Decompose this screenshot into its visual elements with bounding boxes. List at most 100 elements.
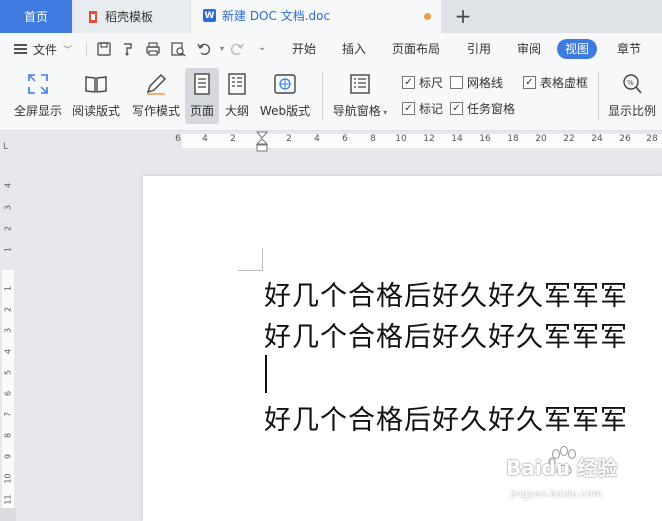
- divider: [598, 72, 599, 120]
- checkbox-checked-icon: ✓: [450, 102, 463, 115]
- ruler-tick: 4: [3, 182, 13, 189]
- ruler-tick: 18: [507, 134, 519, 144]
- fullscreen-button[interactable]: 全屏显示: [12, 68, 64, 124]
- ruler-tick: 3: [3, 327, 13, 334]
- indent-marker-icon[interactable]: [256, 131, 268, 153]
- ruler-tick: 7: [3, 411, 13, 418]
- print-preview-icon[interactable]: [170, 41, 186, 57]
- gridlines-label: 网格线: [467, 76, 504, 90]
- document-line[interactable]: 好几个合格后好久好久军军军: [264, 398, 628, 437]
- ruler-tick: 8: [3, 432, 13, 439]
- checkbox-empty-icon: [450, 76, 463, 89]
- gridlines-checkbox[interactable]: 网格线: [450, 74, 503, 91]
- save-icon[interactable]: [96, 41, 112, 57]
- ruler-tick: 24: [591, 134, 603, 144]
- read-mode-label: 阅读版式: [71, 104, 120, 118]
- ruler-tick: 28: [646, 134, 658, 144]
- zoom-icon: %: [623, 74, 642, 94]
- ruler-tick: 4: [314, 134, 320, 144]
- file-menu-button[interactable]: 文件 ﹀: [14, 39, 72, 59]
- ruler-tick: 3: [3, 204, 13, 211]
- menu-insert[interactable]: 插入: [342, 39, 366, 59]
- tab-home[interactable]: 首页: [0, 0, 72, 33]
- table-gridlines-label: 表格虚框: [540, 76, 589, 90]
- checkbox-checked-icon: ✓: [402, 76, 415, 89]
- file-menu-label: 文件: [33, 42, 58, 57]
- tab-template[interactable]: 稻壳模板: [73, 0, 190, 33]
- globe-icon: [274, 74, 296, 94]
- page-view-button[interactable]: 页面: [185, 68, 219, 124]
- divider: [322, 72, 323, 120]
- nav-pane-label: 导航窗格 ▾: [332, 104, 388, 118]
- text-cursor: [265, 355, 267, 393]
- ruler-tick: 4: [202, 134, 208, 144]
- nav-pane-icon: [350, 74, 370, 94]
- page-icon: [194, 73, 210, 95]
- ruler-tick: 10: [395, 134, 407, 144]
- pen-icon: [146, 74, 166, 95]
- ruler-tick: 8: [370, 134, 376, 144]
- tab-template-label: 稻壳模板: [105, 10, 154, 24]
- outline-icon: [228, 73, 246, 95]
- undo-dropdown-icon[interactable]: ▾: [220, 44, 224, 53]
- ruler-tick: 6: [3, 390, 13, 397]
- ruler-tick: 16: [479, 134, 491, 144]
- menu-bar: 文件 ﹀ ▾ ⌄ 开始 插入 页面布局 引用 审阅 视图 章节: [0, 33, 662, 64]
- ribbon-view: 全屏显示 阅读版式 写作模式 页面 大纲 Web版式 导航窗格 ▾ ✓ 标尺 网格…: [0, 64, 662, 131]
- daoke-icon: [89, 10, 97, 23]
- menu-view[interactable]: 视图: [557, 39, 598, 59]
- ruler-tick: 14: [451, 134, 463, 144]
- ruler-tick: 6: [342, 134, 348, 144]
- ruler-tick: 2: [286, 134, 292, 144]
- tab-document-label: 新建 DOC 文档.doc: [222, 9, 331, 23]
- menu-chapter[interactable]: 章节: [617, 39, 641, 59]
- ruler-tick: 11: [3, 494, 13, 505]
- plus-icon[interactable]: +: [451, 5, 475, 27]
- ruler-tick: 26: [619, 134, 631, 144]
- web-layout-label: Web版式: [259, 104, 311, 118]
- outline-button[interactable]: 大纲: [222, 68, 252, 124]
- undo-icon[interactable]: [196, 41, 212, 57]
- ruler-checkbox[interactable]: ✓ 标尺: [402, 74, 443, 91]
- ruler-corner: [0, 508, 16, 521]
- checkbox-checked-icon: ✓: [523, 76, 536, 89]
- page-view-label: 页面: [189, 104, 214, 118]
- format-painter-icon[interactable]: [120, 41, 136, 57]
- nav-pane-button[interactable]: 导航窗格 ▾: [330, 68, 390, 124]
- zoom-label: 显示比例: [607, 104, 656, 118]
- document-line[interactable]: 好几个合格后好久好久军军军: [264, 315, 628, 354]
- print-icon[interactable]: [145, 41, 161, 57]
- write-mode-button[interactable]: 写作模式: [130, 68, 182, 124]
- write-mode-label: 写作模式: [131, 104, 180, 118]
- marks-label: 标记: [419, 102, 444, 116]
- tab-home-label: 首页: [23, 10, 48, 24]
- menu-review[interactable]: 审阅: [517, 39, 541, 59]
- chevron-down-icon: ▾: [380, 108, 388, 117]
- task-pane-checkbox[interactable]: ✓ 任务窗格: [450, 100, 515, 117]
- marks-checkbox[interactable]: ✓ 标记: [402, 100, 443, 117]
- redo-icon[interactable]: [229, 41, 245, 57]
- zoom-button[interactable]: % 显示比例: [606, 68, 658, 124]
- margin-corner-mark: [238, 248, 263, 271]
- ruler-label: 标尺: [419, 76, 444, 90]
- chevron-down-icon: ﹀: [63, 45, 73, 56]
- watermark-brand: Baidu 经验: [506, 456, 618, 480]
- fullscreen-label: 全屏显示: [13, 104, 62, 118]
- ruler-tick: 20: [535, 134, 547, 144]
- customize-toolbar-icon[interactable]: ⌄: [258, 42, 266, 53]
- ruler-tick: 22: [563, 134, 575, 144]
- menu-reference[interactable]: 引用: [467, 39, 491, 59]
- wps-writer-icon: W: [203, 9, 216, 22]
- read-mode-button[interactable]: 阅读版式: [70, 68, 122, 124]
- ruler-tick: 9: [3, 453, 13, 460]
- menu-page-layout[interactable]: 页面布局: [392, 39, 440, 59]
- table-gridlines-checkbox[interactable]: ✓ 表格虚框: [523, 74, 588, 91]
- unsaved-dot-icon: [424, 13, 431, 20]
- checkbox-checked-icon: ✓: [402, 102, 415, 115]
- tab-document[interactable]: W 新建 DOC 文档.doc: [191, 0, 441, 33]
- ruler-tick: 6: [175, 134, 181, 144]
- menu-start[interactable]: 开始: [292, 39, 316, 59]
- document-line[interactable]: 好几个合格后好久好久军军军: [264, 274, 628, 313]
- ruler-tick: 2: [3, 225, 13, 232]
- web-layout-button[interactable]: Web版式: [258, 68, 312, 124]
